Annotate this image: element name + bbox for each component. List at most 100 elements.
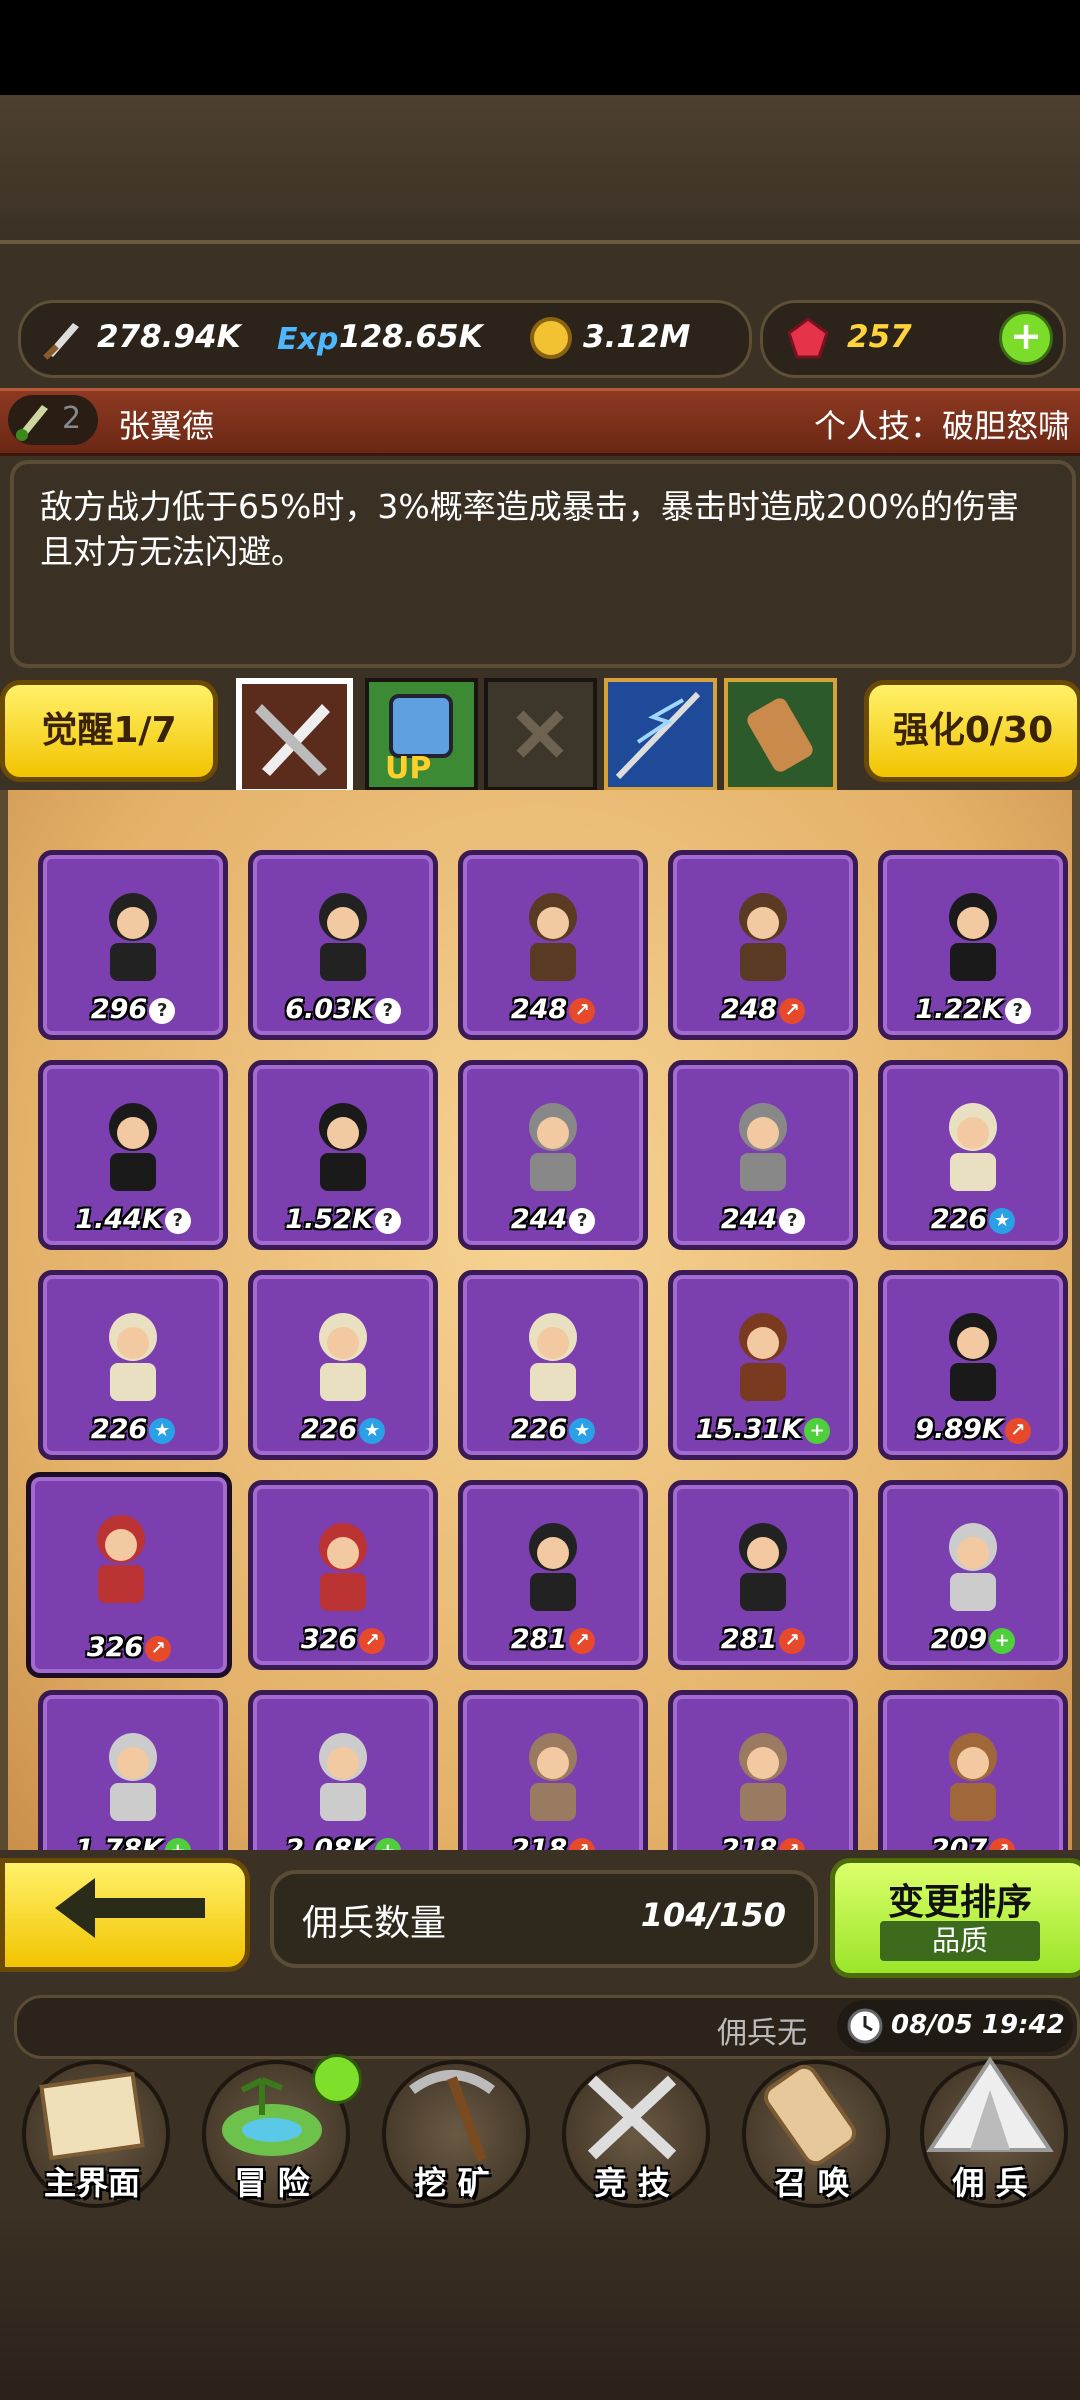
mercenary-sprite — [88, 1725, 178, 1825]
mercenary-card[interactable]: 1.52K? — [248, 1060, 438, 1250]
nav-arena[interactable]: 竞 技 — [542, 2060, 722, 2220]
mercenary-card[interactable]: 226 ★ — [878, 1060, 1068, 1250]
mercenary-level: 226 ★ — [463, 1414, 643, 1445]
mercenary-count-bar: 佣兵数量 104/150 — [270, 1870, 818, 1968]
sword-icon — [43, 323, 79, 360]
mercenary-card[interactable]: 1.22K? — [878, 850, 1068, 1040]
help-badge-icon: ? — [149, 997, 176, 1024]
mercenary-level: 1.78K + — [43, 1834, 223, 1850]
atk-badge-icon: ↗ — [569, 1837, 596, 1850]
mercenary-level: 218 ↗ — [673, 1834, 853, 1850]
atk-badge-icon: ↗ — [359, 1627, 386, 1654]
mercenary-sprite — [508, 1515, 598, 1615]
mercenary-card[interactable]: 248 ↗ — [668, 850, 858, 1040]
gold-value: 3.12M — [583, 319, 691, 355]
mercenary-level: 15.31K + — [673, 1414, 853, 1445]
awaken-button[interactable]: 觉醒1/7 — [0, 680, 218, 782]
mercenary-card[interactable]: 209 + — [878, 1480, 1068, 1670]
mercenary-sprite — [718, 1515, 808, 1615]
mercenary-card[interactable]: 207 ↗ — [878, 1690, 1068, 1850]
mercenary-card[interactable]: 226 ★ — [248, 1270, 438, 1460]
help-badge-icon: ? — [779, 1207, 806, 1234]
mercenary-card[interactable]: 281 ↗ — [458, 1480, 648, 1670]
shield-up-skill-icon[interactable]: UP — [365, 678, 478, 791]
mercenary-card[interactable]: 296? — [38, 850, 228, 1040]
mercenary-sprite — [718, 885, 808, 985]
mercenary-card[interactable]: 226 ★ — [458, 1270, 648, 1460]
mercenary-level: 209 + — [883, 1624, 1063, 1655]
mercenary-card[interactable]: 218 ↗ — [668, 1690, 858, 1850]
mercenary-count-value: 104/150 — [640, 1896, 786, 1934]
atk-badge-icon: ↗ — [145, 1635, 172, 1662]
exp-icon: Exp — [277, 322, 338, 357]
mercenary-card[interactable]: 244? — [668, 1060, 858, 1250]
scroll-skill-icon[interactable] — [724, 678, 837, 791]
mercenary-sprite — [508, 1305, 598, 1405]
mercenary-card[interactable]: 326 ↗ — [248, 1480, 438, 1670]
skill-description-panel: 敌方战力低于65%时，3%概率造成暴击，暴击时造成200%的伤害且对方无法闪避。 — [10, 460, 1076, 668]
mercenary-card[interactable]: 244? — [458, 1060, 648, 1250]
mercenary-level: 6.03K? — [253, 994, 433, 1025]
clock-time: 08/05 19:42 — [891, 2010, 1065, 2040]
enhance-button[interactable]: 强化0/30 — [864, 680, 1080, 782]
crossed-swords-skill-icon[interactable] — [236, 678, 353, 795]
mercenary-card[interactable]: 9.89K ↗ — [878, 1270, 1068, 1460]
mercenary-sprite — [718, 1725, 808, 1825]
add-gems-button[interactable]: + — [999, 311, 1053, 365]
sort-mode-label: 品质 — [880, 1921, 1040, 1961]
mercenary-level: 248 ↗ — [673, 994, 853, 1025]
mercenary-card[interactable]: 326 ↗ — [26, 1472, 232, 1678]
atk-badge-icon: ↗ — [569, 997, 596, 1024]
mercenary-sprite — [928, 885, 1018, 985]
nav-summon[interactable]: 召 唤 — [722, 2060, 902, 2220]
mercenary-level: 281 ↗ — [463, 1624, 643, 1655]
mercenary-level: 1.52K? — [253, 1204, 433, 1235]
nav-main[interactable]: 主界面 — [2, 2060, 182, 2220]
mercenary-sprite — [298, 1095, 388, 1195]
nav-adventure[interactable]: 冒 险 — [182, 2054, 362, 2220]
spear-lightning-skill-icon[interactable] — [604, 678, 717, 791]
atk-badge-icon: ↗ — [779, 1627, 806, 1654]
mercenary-card[interactable]: 2.08K + — [248, 1690, 438, 1850]
notification-dot — [312, 2054, 362, 2104]
nav-mining-label: 挖 矿 — [414, 2164, 490, 2202]
atk-badge-icon: ↗ — [1004, 1417, 1031, 1444]
mercenary-level: 9.89K ↗ — [883, 1414, 1063, 1445]
clock-icon — [847, 2008, 883, 2044]
attack-value: 278.94K — [97, 319, 241, 355]
nav-mercenary[interactable]: 佣 兵 — [900, 2056, 1080, 2220]
change-sort-button[interactable]: 变更排序 品质 — [830, 1858, 1080, 1978]
def-badge-icon: ★ — [359, 1417, 386, 1444]
mercenary-grid: 296? 6.03K? 248 ↗ 248 ↗ 1.22K? 1.44K? 1.52K? 244?… — [0, 790, 1080, 1850]
mercenary-card[interactable]: 226 ★ — [38, 1270, 228, 1460]
mercenary-card[interactable]: 248 ↗ — [458, 850, 648, 1040]
tent-icon — [926, 2056, 1054, 2152]
help-badge-icon: ? — [164, 1207, 191, 1234]
help-badge-icon: ? — [374, 997, 401, 1024]
mercenary-sprite — [88, 1095, 178, 1195]
atk-badge-icon: ↗ — [779, 997, 806, 1024]
gem-value: 257 — [847, 319, 912, 355]
hero-skill-label: 个人技：破胆怒啸 — [813, 407, 1070, 445]
mercenary-level: 296? — [43, 994, 223, 1025]
mercenary-card[interactable]: 6.03K? — [248, 850, 438, 1040]
mercenary-card[interactable]: 218 ↗ — [458, 1690, 648, 1850]
mercenary-level: 281 ↗ — [673, 1624, 853, 1655]
mercenary-sprite — [718, 1095, 808, 1195]
mercenary-level: 248 ↗ — [463, 994, 643, 1025]
mercenary-card[interactable]: 15.31K + — [668, 1270, 858, 1460]
mercenary-card[interactable]: 1.44K? — [38, 1060, 228, 1250]
def-badge-icon: ★ — [989, 1207, 1016, 1234]
hero-name-bar: 2 张翼德 个人技：破胆怒啸 — [0, 388, 1080, 456]
mercenary-card[interactable]: 281 ↗ — [668, 1480, 858, 1670]
mercenary-card[interactable]: 1.78K + — [38, 1690, 228, 1850]
resource-bar: 278.94K Exp 128.65K 3.12M — [18, 300, 752, 378]
nav-mining[interactable]: 挖 矿 — [362, 2060, 542, 2220]
mercenary-level: 1.44K? — [43, 1204, 223, 1235]
rank-sword-icon — [16, 405, 48, 441]
mercenary-sprite — [928, 1725, 1018, 1825]
mercenary-level: 1.22K? — [883, 994, 1063, 1025]
back-button[interactable] — [0, 1858, 250, 1972]
nav-main-label: 主界面 — [43, 2164, 140, 2202]
svg-text:Exp: Exp — [277, 322, 338, 357]
